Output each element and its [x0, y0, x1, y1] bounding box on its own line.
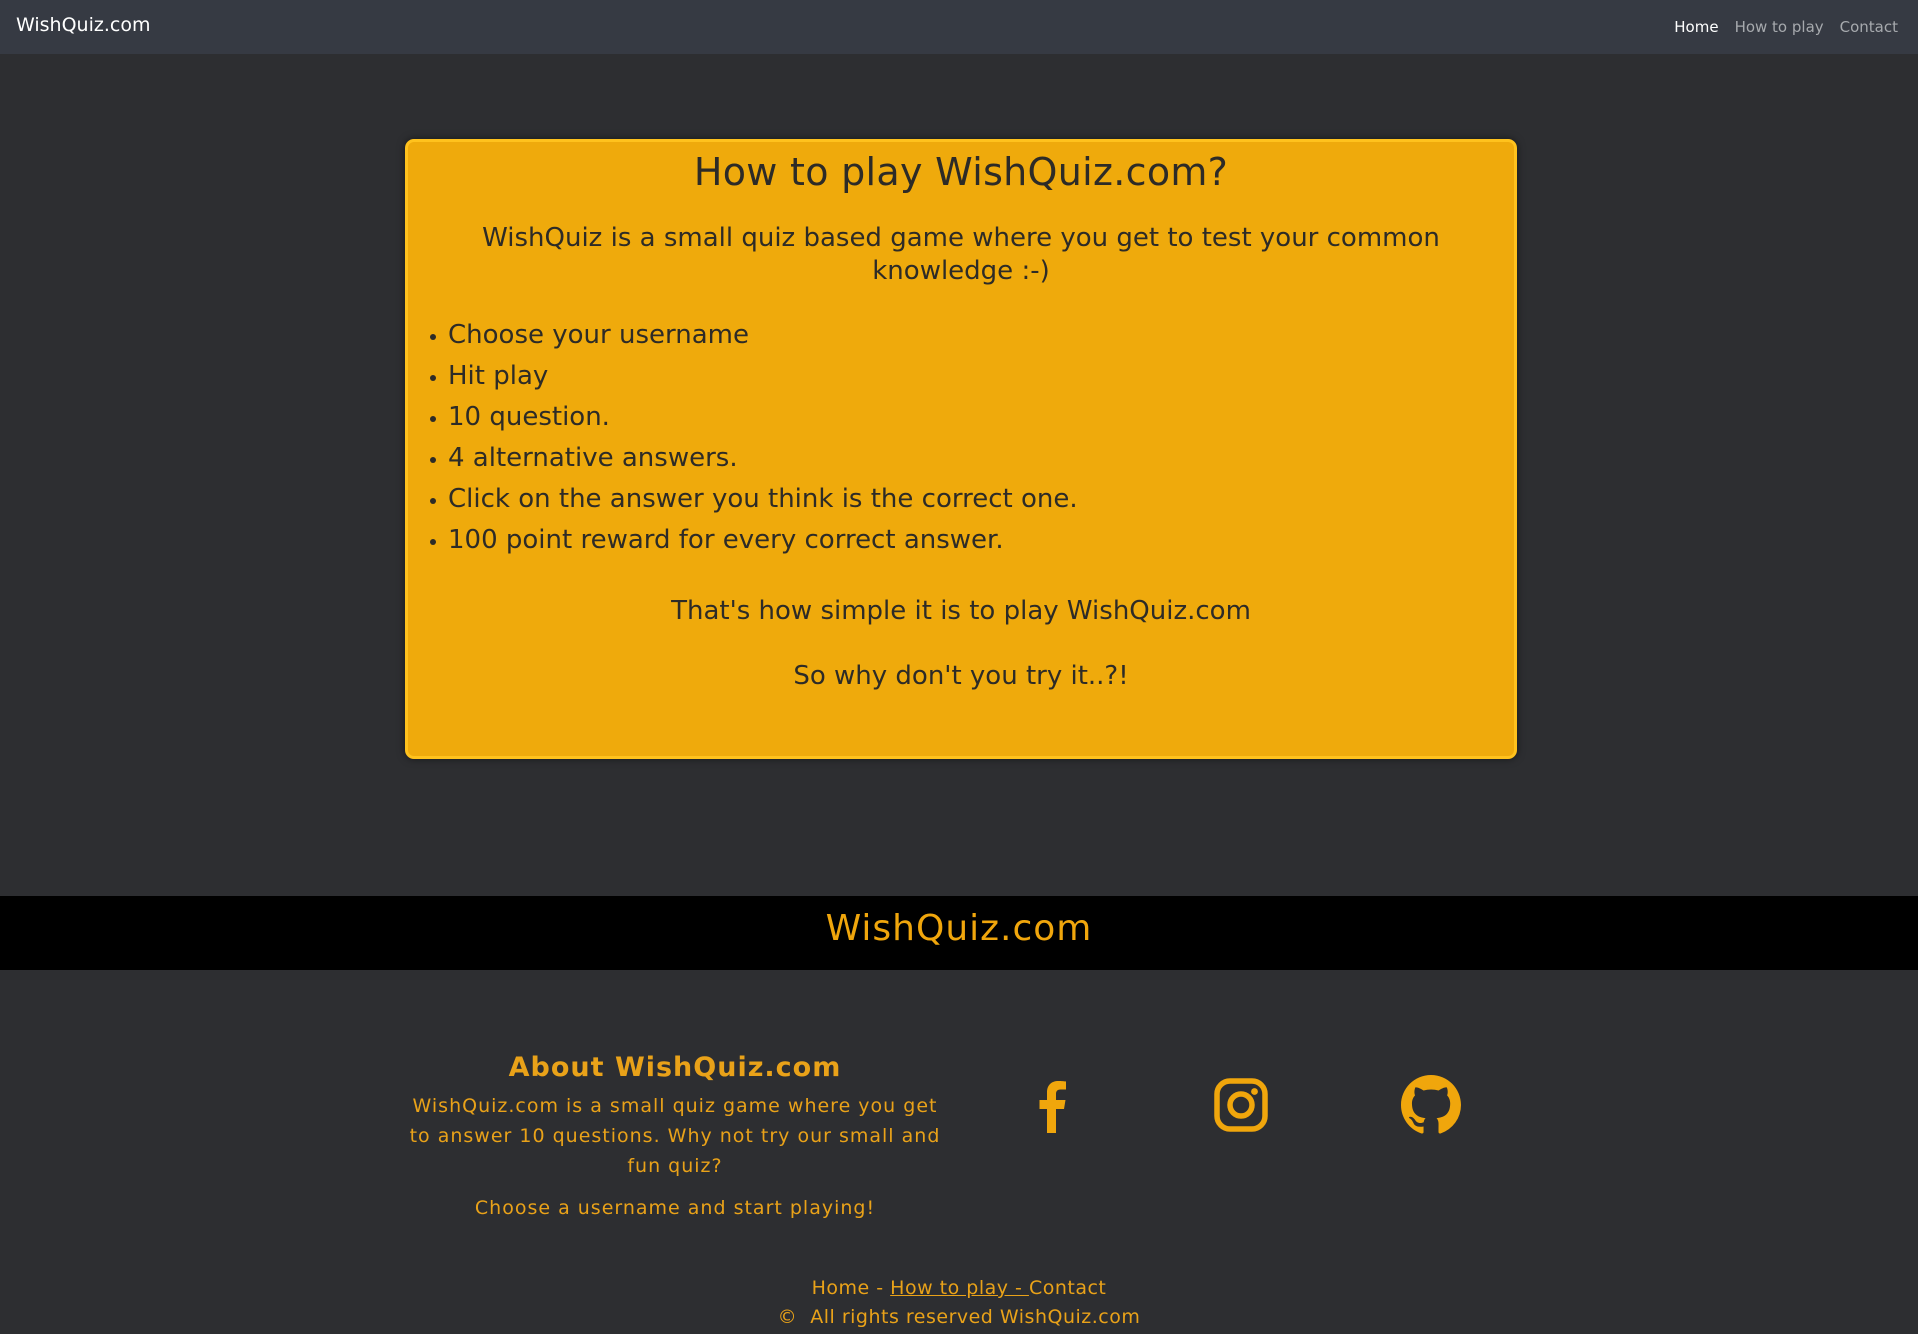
card-intro: WishQuiz is a small quiz based game wher…: [482, 223, 1440, 286]
nav-links: Home How to play Contact: [1674, 18, 1898, 36]
step-item: Choose your username: [430, 315, 1078, 356]
nav-contact-link[interactable]: Contact: [1840, 18, 1898, 36]
how-to-play-card: How to play WishQuiz.com? WishQuiz is a …: [405, 139, 1517, 759]
about-section: About WishQuiz.com WishQuiz.com is a sma…: [405, 1052, 945, 1219]
about-title: About WishQuiz.com: [508, 1052, 842, 1083]
top-navbar: WishQuiz.com Home How to play Contact: [0, 0, 1918, 54]
footer-brand-band: WishQuiz.com: [0, 896, 1918, 970]
copyright-text: All rights reserved WishQuiz.com: [810, 1306, 1141, 1328]
facebook-icon[interactable]: [1022, 1075, 1082, 1135]
footer-contact-link[interactable]: Contact: [1029, 1277, 1106, 1299]
step-item: Click on the answer you think is the cor…: [430, 479, 1078, 520]
step-item: 100 point reward for every correct answe…: [430, 520, 1078, 561]
github-icon[interactable]: [1401, 1075, 1461, 1135]
step-item: 10 question.: [430, 397, 1078, 438]
card-title: How to play WishQuiz.com?: [693, 150, 1229, 194]
simple-text: That's how simple it is to play WishQuiz…: [671, 596, 1251, 626]
instagram-icon[interactable]: [1211, 1075, 1271, 1135]
footer-links: Home - How to play - Contact: [0, 1277, 1918, 1299]
footer-how-to-play-link[interactable]: How to play -: [890, 1277, 1029, 1299]
nav-how-to-play-link[interactable]: How to play: [1735, 18, 1824, 36]
footer-brand: WishQuiz.com: [825, 908, 1093, 949]
steps-list: Choose your username Hit play 10 questio…: [430, 315, 1078, 561]
footer-home-link[interactable]: Home: [812, 1277, 870, 1299]
copyright: © All rights reserved WishQuiz.com: [0, 1306, 1918, 1328]
step-item: Hit play: [430, 356, 1078, 397]
about-cta: Choose a username and start playing!: [474, 1197, 876, 1219]
try-text: So why don't you try it..?!: [793, 661, 1129, 691]
copyright-symbol: ©: [777, 1306, 798, 1328]
step-item: 4 alternative answers.: [430, 438, 1078, 479]
brand-link[interactable]: WishQuiz.com: [16, 14, 150, 36]
nav-home-link[interactable]: Home: [1674, 18, 1718, 36]
footer-separator: -: [869, 1277, 891, 1299]
about-description: WishQuiz.com is a small quiz game where …: [409, 1095, 941, 1177]
